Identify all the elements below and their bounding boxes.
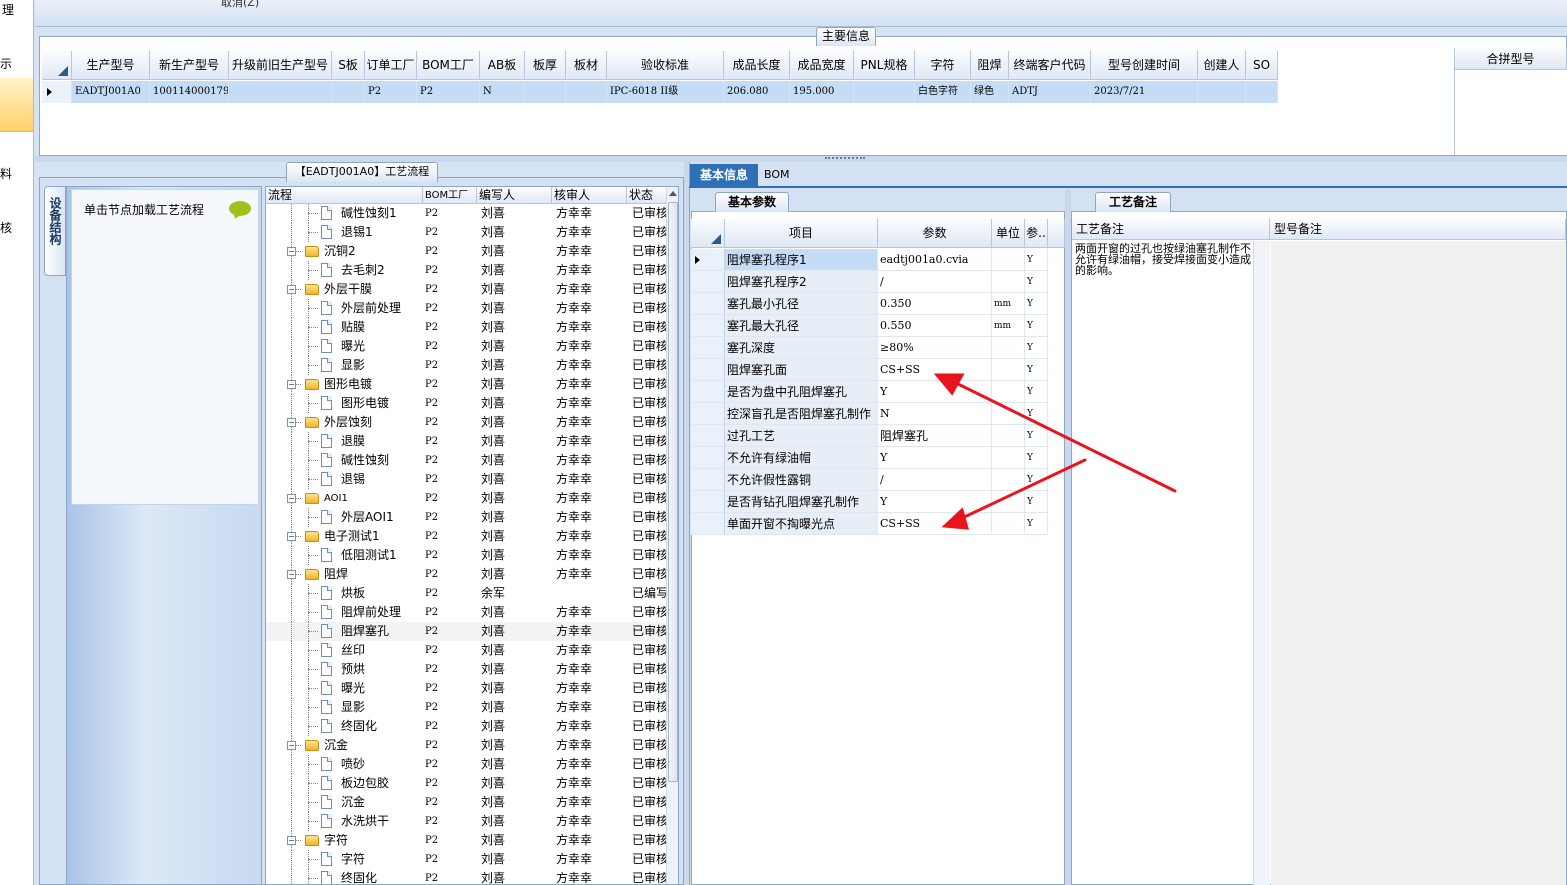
arrow-head-2 <box>941 507 970 530</box>
arrow-head-1 <box>933 373 965 396</box>
annotation-arrows <box>933 373 1177 530</box>
arrow-line-2 <box>956 458 1087 522</box>
arrow-line-1 <box>948 378 1177 493</box>
